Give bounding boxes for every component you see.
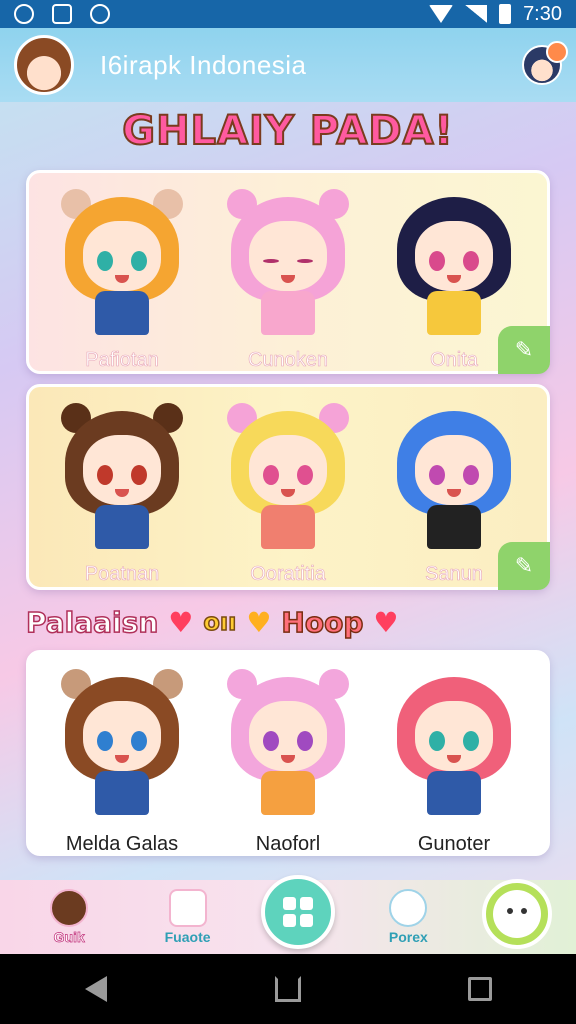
character-item[interactable]: Gunoter xyxy=(379,667,529,856)
character-avatar xyxy=(57,401,187,551)
sim-icon xyxy=(52,4,72,24)
system-nav-bar xyxy=(0,954,576,1024)
recents-button[interactable] xyxy=(450,964,510,1014)
tab-label: Porex xyxy=(388,929,428,945)
tab-fuaote[interactable]: Fuaote xyxy=(143,889,233,945)
character-avatar xyxy=(223,401,353,551)
cat-icon xyxy=(168,889,207,927)
character-avatar xyxy=(389,187,519,337)
profile-avatar[interactable] xyxy=(14,35,74,95)
edit-pencil-button[interactable]: ✎ xyxy=(498,542,550,590)
character-name: Sanun xyxy=(425,563,483,586)
wifi-icon xyxy=(429,5,454,23)
grid-menu-button[interactable] xyxy=(260,875,335,949)
character-name: Pafiotan xyxy=(85,349,159,372)
character-card-2[interactable]: Poatnan Ooratitia Sanun ✎ xyxy=(26,384,550,590)
bottom-tab-bar: Guik Fuaote Porex xyxy=(0,875,576,954)
bunny-icon xyxy=(389,889,428,927)
recents-icon xyxy=(468,977,492,1001)
account-avatar-button[interactable] xyxy=(522,41,568,85)
character-item[interactable]: Pafiotan xyxy=(47,187,197,372)
tab-guik[interactable]: Guik xyxy=(24,889,114,945)
smiley-icon xyxy=(492,890,541,938)
heart-icon: ♥ xyxy=(246,605,272,639)
back-icon xyxy=(85,976,107,1002)
tab-label: Guik xyxy=(53,929,85,946)
section-title-text: Palaaisn xyxy=(25,605,159,640)
character-card-3[interactable]: Melda Galas Naoforl Gunoter xyxy=(26,650,550,856)
character-name: Melda Galas xyxy=(65,833,179,855)
character-avatar xyxy=(57,667,187,817)
tab-porex[interactable]: Porex xyxy=(363,889,453,945)
section-title-mid: oıı xyxy=(203,607,237,637)
app-title: I6irapk Indonesia xyxy=(100,49,307,80)
character-avatar xyxy=(389,401,519,551)
character-name: Gunoter xyxy=(417,833,491,855)
sync-icon xyxy=(90,4,110,24)
character-name: Cunoken xyxy=(247,349,329,372)
back-button[interactable] xyxy=(66,964,126,1014)
edit-pencil-button[interactable]: ✎ xyxy=(498,326,550,374)
character-name: Naoforl xyxy=(255,833,321,855)
character-avatar xyxy=(389,667,519,817)
smiley-button[interactable] xyxy=(481,879,552,949)
character-name: Poatnan xyxy=(84,563,160,586)
pencil-icon: ✎ xyxy=(514,553,534,579)
heart-icon: ♥ xyxy=(168,605,194,639)
app-bar: I6irapk Indonesia xyxy=(0,28,576,102)
character-name: Ooratitia xyxy=(250,563,326,586)
tab-label: Fuaote xyxy=(164,929,211,945)
grid-icon xyxy=(282,897,313,927)
status-time: 7:30 xyxy=(523,2,562,25)
character-avatar xyxy=(57,187,187,337)
character-item[interactable]: Cunoken xyxy=(213,187,363,372)
character-card-1[interactable]: Pafiotan Cunoken Onita ✎ xyxy=(26,170,550,374)
page-heading: GHLAIY PADA! xyxy=(121,107,454,155)
character-item[interactable]: Naoforl xyxy=(213,667,363,856)
character-item[interactable]: Ooratitia xyxy=(213,401,363,586)
heart-icon: ♥ xyxy=(373,605,399,639)
notification-icon xyxy=(14,4,34,24)
pencil-icon: ✎ xyxy=(514,337,534,363)
character-item[interactable]: Poatnan xyxy=(47,401,197,586)
battery-icon xyxy=(499,4,512,24)
character-item[interactable]: Melda Galas xyxy=(47,667,197,856)
section-title: Palaaisn ♥ oıı ♥ Hoop ♥ xyxy=(25,600,399,644)
home-icon xyxy=(275,976,301,1002)
character-avatar xyxy=(223,187,353,337)
character-name: Onita xyxy=(430,349,478,372)
cat-girl-icon xyxy=(50,889,89,927)
section-title-end: Hoop xyxy=(281,605,364,640)
signal-icon xyxy=(465,5,488,23)
character-avatar xyxy=(223,667,353,817)
home-button[interactable] xyxy=(258,964,318,1014)
status-bar: 7:30 xyxy=(0,0,576,28)
